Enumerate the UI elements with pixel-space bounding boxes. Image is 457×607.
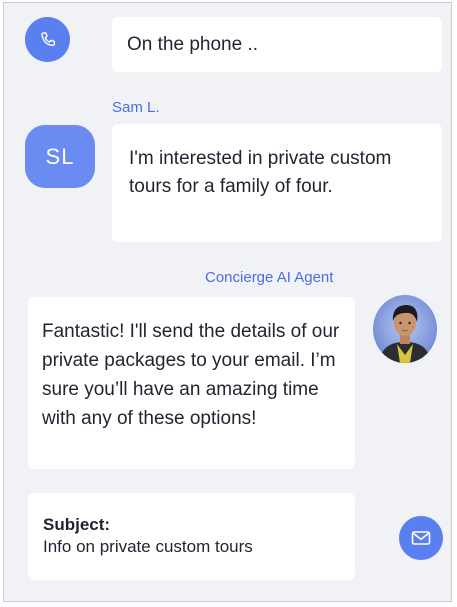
mail-icon	[411, 531, 431, 545]
email-subject-bubble: Subject: Info on private custom tours	[28, 493, 355, 580]
customer-name: Sam L.	[112, 99, 160, 116]
phone-icon	[40, 31, 55, 46]
conversation-panel: On the phone .. Sam L. SL I'm interested…	[3, 2, 452, 602]
agent-name: Concierge AI Agent	[205, 269, 334, 286]
agent-portrait-image	[373, 295, 437, 363]
customer-message-bubble: I'm interested in private custom tours f…	[112, 124, 442, 242]
agent-avatar	[373, 295, 437, 363]
customer-initials: SL	[45, 143, 75, 169]
customer-message-text: I'm interested in private custom tours f…	[129, 148, 392, 197]
email-subject-label: Subject:	[43, 515, 111, 534]
email-button[interactable]	[399, 516, 443, 560]
agent-message-bubble: Fantastic! I'll send the details of our …	[28, 297, 355, 469]
phone-button[interactable]	[25, 17, 70, 62]
call-status-text: On the phone ..	[127, 34, 258, 55]
email-subject-text: Info on private custom tours	[43, 537, 253, 556]
agent-message-text: Fantastic! I'll send the details of our …	[42, 321, 340, 429]
customer-avatar: SL	[25, 125, 95, 188]
call-status-bubble: On the phone ..	[112, 17, 442, 72]
